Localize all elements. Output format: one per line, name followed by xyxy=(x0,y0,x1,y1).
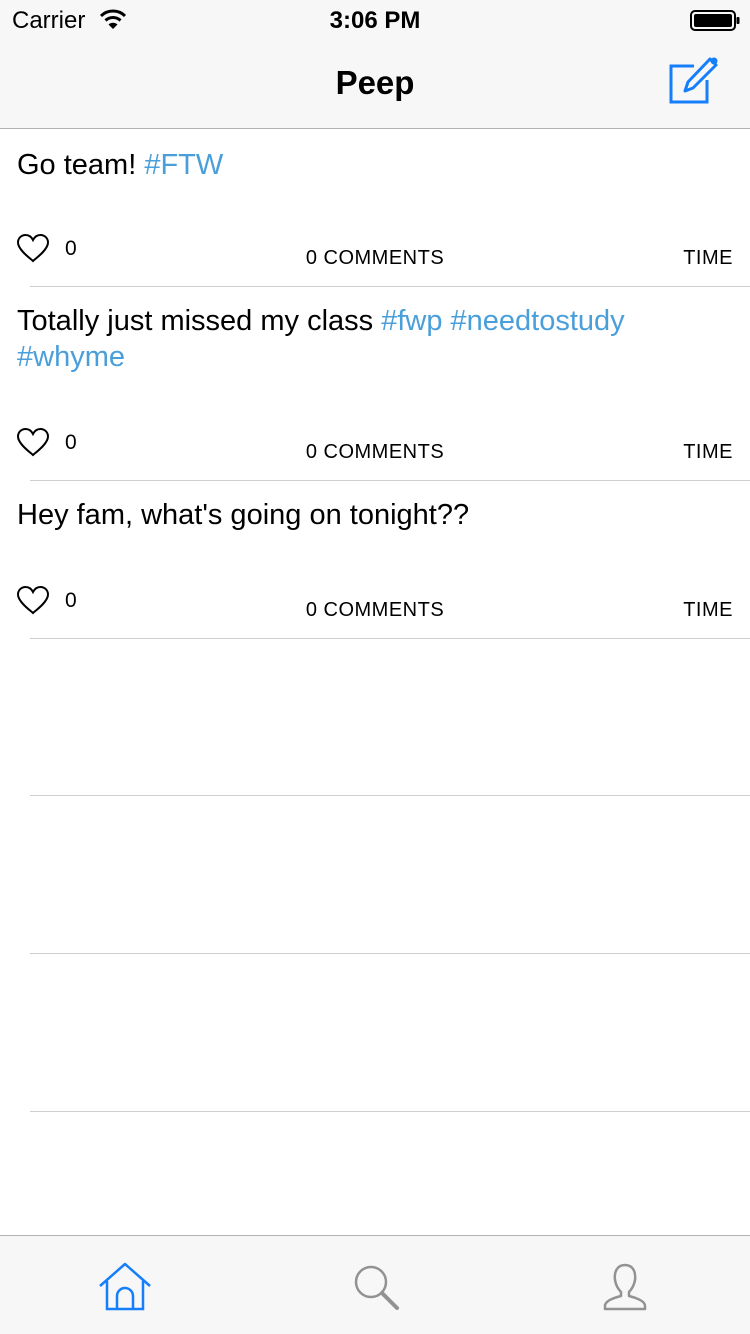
divider xyxy=(30,638,750,639)
post-time: TIME xyxy=(683,247,733,269)
tab-search[interactable] xyxy=(345,1260,405,1316)
post-cell[interactable]: Totally just missed my class #fwp #needt… xyxy=(0,287,750,481)
post-text-segment xyxy=(442,305,450,337)
empty-row-divider xyxy=(30,953,750,954)
page-title: Peep xyxy=(335,64,415,101)
hashtag-link[interactable]: #fwp xyxy=(381,305,442,337)
post-text: Go team! #FTW xyxy=(17,147,717,183)
hashtag-link[interactable]: #needtostudy xyxy=(451,305,625,337)
tab-home[interactable] xyxy=(95,1260,155,1316)
comments-row: 0 COMMENTS xyxy=(0,441,750,464)
empty-row-divider xyxy=(30,795,750,796)
comments-row: 0 COMMENTS xyxy=(0,247,750,270)
tab-profile[interactable] xyxy=(595,1260,655,1316)
status-bar: Carrier 3:06 PM xyxy=(0,0,750,40)
screen: Carrier 3:06 PM Peep Go team! #FTW 0 0 C… xyxy=(0,0,750,1334)
hashtag-link[interactable]: #whyme xyxy=(17,341,125,373)
post-text-segment: Go team! xyxy=(17,149,145,181)
nav-bar: Peep xyxy=(0,40,750,129)
hashtag-link[interactable]: #FTW xyxy=(144,149,223,181)
empty-row-divider xyxy=(30,1111,750,1112)
comments-link[interactable]: 0 COMMENTS xyxy=(306,247,444,269)
post-time: TIME xyxy=(683,441,733,463)
compose-button[interactable] xyxy=(664,54,724,110)
post-feed: Go team! #FTW 0 0 COMMENTS TIME Totally … xyxy=(0,129,750,639)
status-time: 3:06 PM xyxy=(329,7,421,34)
post-cell[interactable]: Go team! #FTW 0 0 COMMENTS TIME xyxy=(0,129,750,287)
post-text: Hey fam, what's going on tonight?? xyxy=(17,497,717,533)
search-icon xyxy=(354,1265,399,1310)
tab-bar xyxy=(0,1235,750,1334)
post-text: Totally just missed my class #fwp #needt… xyxy=(17,303,717,375)
battery-icon xyxy=(690,10,740,31)
post-text-segment: Totally just missed my class xyxy=(17,305,382,337)
comments-link[interactable]: 0 COMMENTS xyxy=(306,441,444,463)
post-cell[interactable]: Hey fam, what's going on tonight?? 0 0 C… xyxy=(0,481,750,639)
profile-icon xyxy=(603,1263,647,1311)
post-time: TIME xyxy=(683,599,733,621)
post-text-segment: Hey fam, what's going on tonight?? xyxy=(17,499,470,531)
compose-icon xyxy=(669,57,718,104)
home-icon xyxy=(99,1262,151,1311)
comments-link[interactable]: 0 COMMENTS xyxy=(306,599,444,621)
comments-row: 0 COMMENTS xyxy=(0,599,750,622)
